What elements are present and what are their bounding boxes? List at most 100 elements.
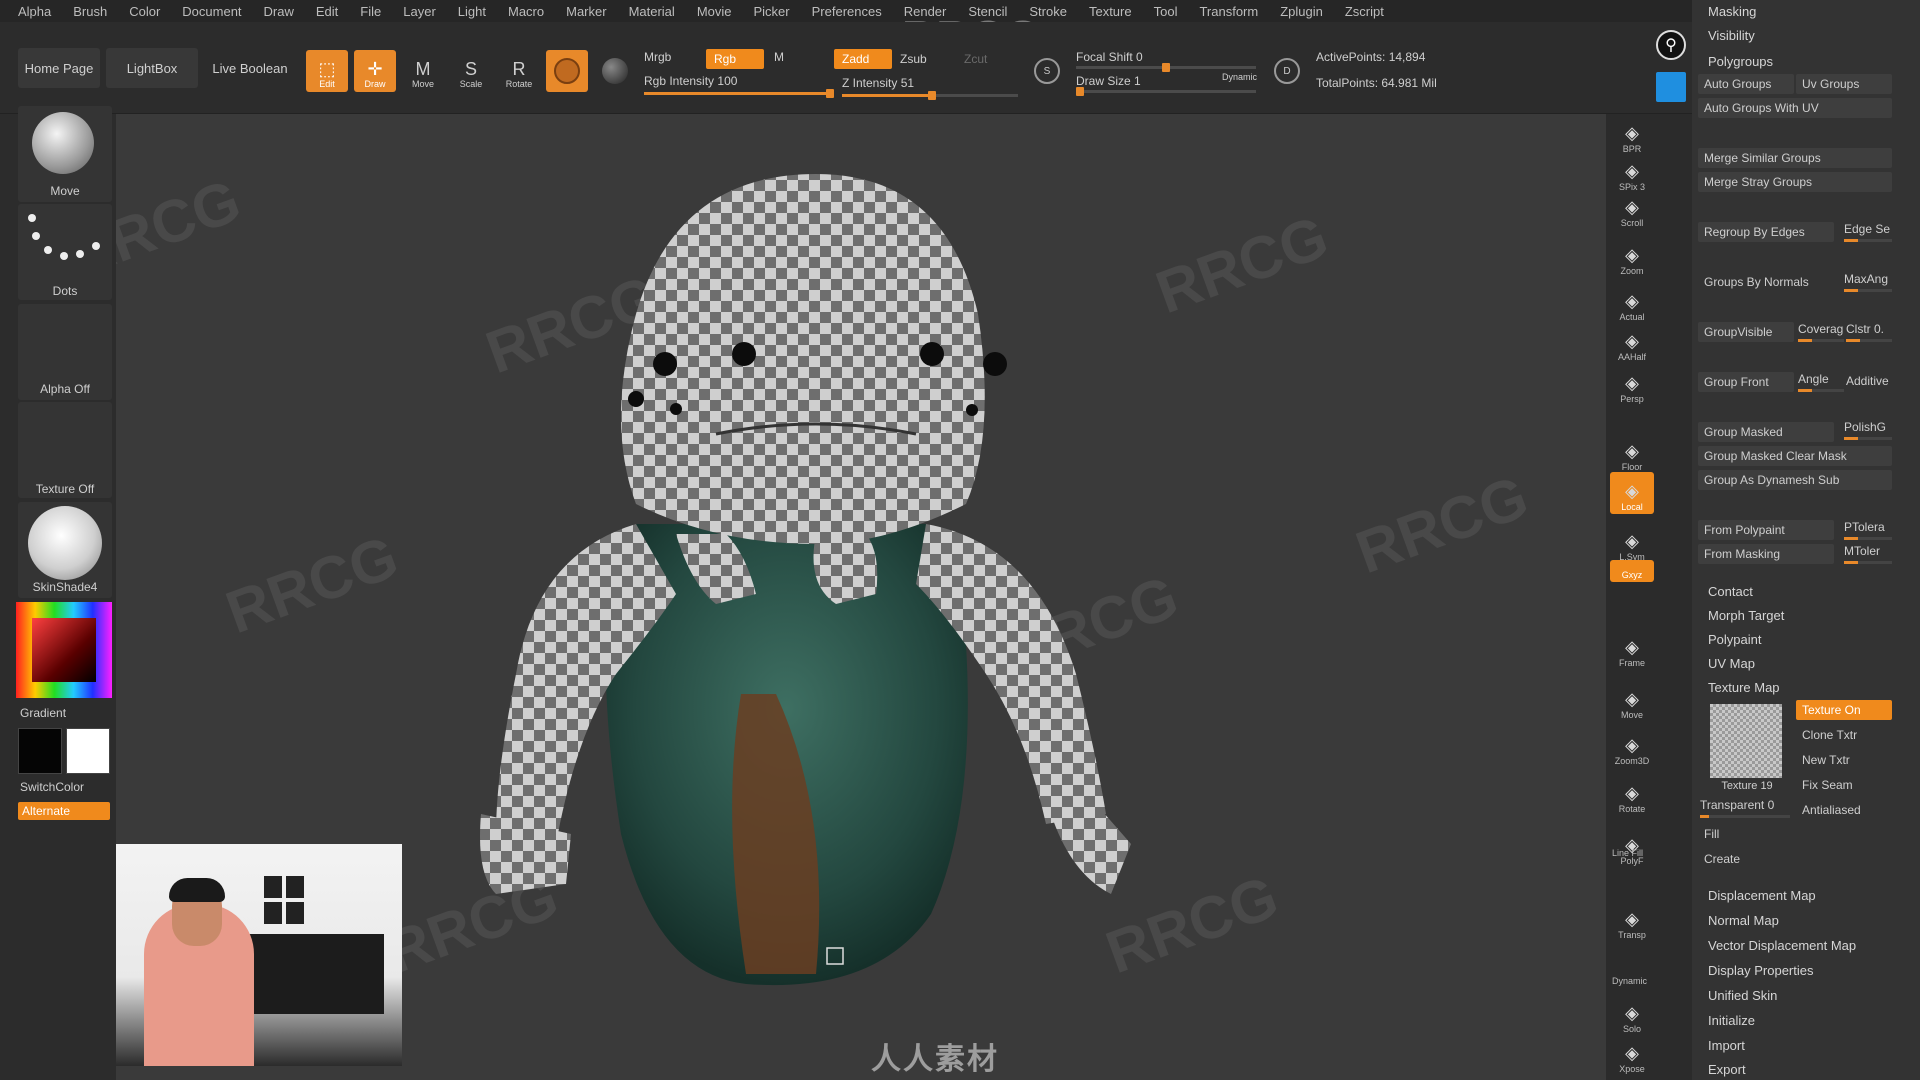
lightbox-button[interactable]: LightBox — [106, 48, 198, 88]
menu-zscript[interactable]: Zscript — [1345, 4, 1384, 19]
uv-map-section[interactable]: UV Map — [1708, 656, 1755, 671]
frame-button[interactable]: ◈ Frame — [1610, 628, 1654, 670]
draw-size-slider[interactable] — [1076, 87, 1256, 96]
texture-thumbnail[interactable] — [1710, 704, 1782, 778]
actual-button[interactable]: ◈ Actual — [1610, 282, 1654, 324]
rotate-button[interactable]: ◈ Rotate — [1610, 774, 1654, 816]
menu-color[interactable]: Color — [129, 4, 160, 19]
aahalf-button[interactable]: ◈ AAHalf — [1610, 322, 1654, 364]
displacement-map-section[interactable]: Displacement Map — [1708, 888, 1816, 903]
import-section[interactable]: Import — [1708, 1038, 1745, 1053]
focal-shift-slider[interactable] — [1076, 63, 1256, 72]
canvas-viewport[interactable]: RRCG RRCG RRCG RRCG RRCG RRCG RRCG RRCG — [116, 114, 1606, 1080]
edge-se-slider[interactable]: Edge Se — [1844, 222, 1892, 242]
maxang-slider[interactable]: MaxAng — [1844, 272, 1892, 292]
rgb-button[interactable]: Rgb — [706, 49, 764, 69]
move-button[interactable]: ◈ Move — [1610, 680, 1654, 722]
initialize-section[interactable]: Initialize — [1708, 1013, 1755, 1028]
additive-toggle[interactable]: Additive — [1846, 374, 1892, 394]
xyz-button[interactable]: Gxyz — [1610, 560, 1654, 582]
scale-mode-button[interactable]: S Scale — [450, 50, 492, 92]
auto-groups-uv-button[interactable]: Auto Groups With UV — [1698, 98, 1892, 118]
group-masked-button[interactable]: Group Masked — [1698, 422, 1834, 442]
move-mode-button[interactable]: M Move — [402, 50, 444, 92]
scroll-button[interactable]: ◈ Scroll — [1610, 188, 1654, 230]
solo-button[interactable]: ◈ Solo — [1610, 994, 1654, 1036]
menu-movie[interactable]: Movie — [697, 4, 732, 19]
mrgb-button[interactable]: Mrgb — [644, 50, 671, 64]
clone-txtr-button[interactable]: Clone Txtr — [1796, 725, 1892, 745]
color-sphere-button[interactable] — [594, 50, 636, 92]
menu-macro[interactable]: Macro — [508, 4, 544, 19]
vector-displacement-map-section[interactable]: Vector Displacement Map — [1708, 938, 1856, 953]
display-properties-section[interactable]: Display Properties — [1708, 963, 1814, 978]
polyf-button[interactable]: ◈ PolyF — [1610, 826, 1654, 868]
persp-button[interactable]: ◈ Persp — [1610, 364, 1654, 406]
menu-tool[interactable]: Tool — [1154, 4, 1178, 19]
menu-marker[interactable]: Marker — [566, 4, 606, 19]
dynamic-toggle[interactable]: Dynamic — [1222, 72, 1257, 82]
polypaint-section[interactable]: Polypaint — [1708, 632, 1761, 647]
menu-material[interactable]: Material — [629, 4, 675, 19]
menu-picker[interactable]: Picker — [754, 4, 790, 19]
material-sphere-button[interactable] — [546, 50, 588, 92]
group-front-button[interactable]: Group Front — [1698, 372, 1794, 392]
z-intensity-slider[interactable] — [842, 91, 1018, 100]
draw-mode-button[interactable]: ✛ Draw — [354, 50, 396, 92]
zoom-button[interactable]: ◈ Zoom — [1610, 236, 1654, 278]
transp-button[interactable]: ◈ Transp — [1610, 900, 1654, 942]
live-boolean-button[interactable]: Live Boolean — [204, 48, 296, 88]
draw-size-icon[interactable]: D — [1274, 58, 1300, 84]
menu-edit[interactable]: Edit — [316, 4, 338, 19]
xpose-button[interactable]: ◈ Xpose — [1610, 1034, 1654, 1076]
home-page-button[interactable]: Home Page — [18, 48, 100, 88]
regroup-by-edges-button[interactable]: Regroup By Edges — [1698, 222, 1834, 242]
rotate-mode-button[interactable]: R Rotate — [498, 50, 540, 92]
transparent-slider[interactable]: Transparent 0 — [1700, 798, 1790, 818]
menu-alpha[interactable]: Alpha — [18, 4, 51, 19]
zsub-button[interactable]: Zsub — [900, 52, 927, 66]
color-preview-icon[interactable] — [1656, 72, 1686, 102]
color-picker[interactable] — [16, 602, 112, 698]
secondary-color-swatch[interactable] — [66, 728, 110, 774]
menu-light[interactable]: Light — [458, 4, 486, 19]
from-masking-button[interactable]: From Masking — [1698, 544, 1834, 564]
normal-map-section[interactable]: Normal Map — [1708, 913, 1779, 928]
polishg-slider[interactable]: PolishG — [1844, 420, 1892, 440]
group-visible-button[interactable]: GroupVisible — [1698, 322, 1794, 342]
bpr-button[interactable]: ◈ BPR — [1610, 114, 1654, 156]
alternate-button[interactable]: Alternate — [18, 802, 110, 820]
zcut-button[interactable]: Zcut — [964, 52, 987, 66]
menu-layer[interactable]: Layer — [403, 4, 436, 19]
zoom3d-button[interactable]: ◈ Zoom3D — [1610, 726, 1654, 768]
merge-similar-groups-button[interactable]: Merge Similar Groups — [1698, 148, 1892, 168]
morph-target-section[interactable]: Morph Target — [1708, 608, 1784, 623]
edit-mode-button[interactable]: ⬚ Edit — [306, 50, 348, 92]
location-pin-icon[interactable]: ⚲ — [1656, 30, 1686, 60]
export-section[interactable]: Export — [1708, 1062, 1746, 1077]
rgb-intensity-slider[interactable] — [644, 89, 834, 98]
ptolera-slider[interactable]: PTolera — [1844, 520, 1892, 540]
lsym-button[interactable]: ◈ L.Sym — [1610, 522, 1654, 564]
group-as-dynamesh-sub-button[interactable]: Group As Dynamesh Sub — [1698, 470, 1892, 490]
menu-texture[interactable]: Texture — [1089, 4, 1132, 19]
fill-button[interactable]: Fill — [1698, 824, 1892, 844]
coverage-slider[interactable]: Coverag — [1798, 322, 1844, 342]
groups-by-normals-button[interactable]: Groups By Normals — [1698, 272, 1834, 292]
from-polypaint-button[interactable]: From Polypaint — [1698, 520, 1834, 540]
group-masked-clear-mask-button[interactable]: Group Masked Clear Mask — [1698, 446, 1892, 466]
primary-color-swatch[interactable] — [18, 728, 62, 774]
texture-map-section[interactable]: Texture Map — [1708, 680, 1780, 695]
auto-groups-button[interactable]: Auto Groups — [1698, 74, 1794, 94]
polygroups-section[interactable]: Polygroups — [1708, 54, 1773, 69]
menu-zplugin[interactable]: Zplugin — [1280, 4, 1323, 19]
antialiased-toggle[interactable]: Antialiased — [1796, 800, 1892, 820]
menu-preferences[interactable]: Preferences — [812, 4, 882, 19]
menu-file[interactable]: File — [360, 4, 381, 19]
menu-document[interactable]: Document — [182, 4, 241, 19]
angle-slider[interactable]: Angle — [1798, 372, 1844, 392]
new-txtr-button[interactable]: New Txtr — [1796, 750, 1892, 770]
uv-groups-button[interactable]: Uv Groups — [1796, 74, 1892, 94]
merge-stray-groups-button[interactable]: Merge Stray Groups — [1698, 172, 1892, 192]
menu-transform[interactable]: Transform — [1199, 4, 1258, 19]
